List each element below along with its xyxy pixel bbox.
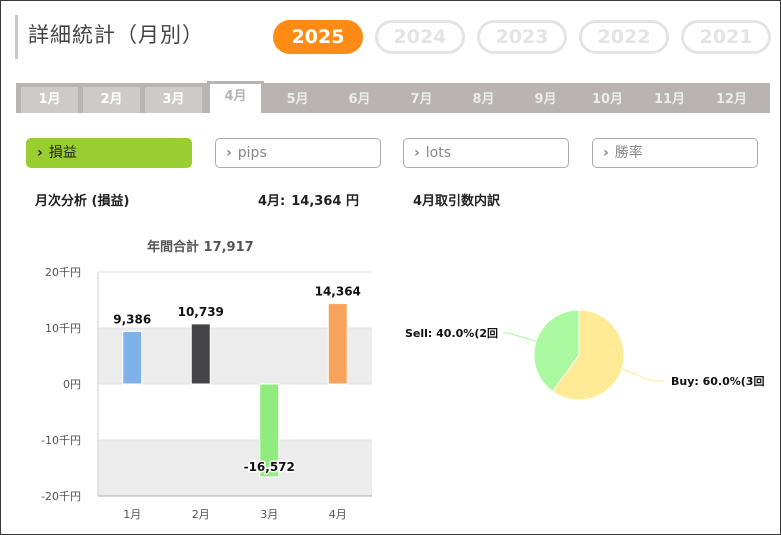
y-tick-label: -10千円 [41, 434, 81, 447]
pie-connector-sell [502, 332, 537, 342]
metric-tab-label: lots [425, 145, 452, 161]
bar-4 [327, 303, 348, 385]
title-bar: 詳細統計（月別） [15, 15, 204, 59]
selected-month-label: 4月: [258, 194, 286, 209]
chevron-right-icon: › [226, 145, 232, 161]
month-tab-3[interactable]: 3月 [145, 87, 202, 113]
metric-tab-label: 勝率 [614, 145, 643, 161]
year-tab-2025[interactable]: 2025 [273, 20, 363, 54]
x-tick-label: 1月 [123, 508, 141, 521]
chevron-right-icon: › [414, 145, 420, 161]
x-tick-label: 3月 [260, 508, 278, 521]
chevron-right-icon: › [37, 145, 43, 161]
page-title: 詳細統計（月別） [28, 23, 204, 47]
bar-3 [259, 383, 280, 478]
monthly-analysis-heading: 月次分析 (損益) [35, 194, 130, 209]
month-tab-12[interactable]: 12月 [703, 87, 760, 113]
month-tab-2[interactable]: 2月 [83, 87, 140, 113]
pie-label-buy: Buy: 60.0%(3回 [671, 374, 764, 388]
bar-value-label: -16,572 [244, 460, 295, 474]
metric-tab-winrate[interactable]: › 勝率 [592, 138, 758, 168]
year-tab-2023[interactable]: 2023 [477, 20, 567, 54]
pie-slice-sell [533, 309, 580, 393]
trade-pie-chart: Buy: 60.0%(3回 Sell: 40.0%(2回 [405, 309, 764, 401]
bar-value-label: 10,739 [178, 305, 224, 319]
annual-total: 年間合計 17,917 [147, 240, 254, 255]
month-tab-10[interactable]: 10月 [579, 87, 636, 113]
metric-tab-lots[interactable]: › lots [403, 138, 569, 168]
year-tab-2021[interactable]: 2021 [681, 20, 771, 54]
month-tab-8[interactable]: 8月 [455, 87, 512, 113]
metric-tab-profit[interactable]: › 損益 [26, 138, 192, 168]
selected-month-amount: 14,364 円 [291, 194, 359, 209]
y-tick-label: -20千円 [41, 490, 81, 503]
bar-value-label: 9,386 [113, 312, 151, 326]
pie-connector-buy [621, 368, 666, 382]
bar-1 [122, 330, 143, 385]
year-selector: 2025 2024 2023 2022 2021 [273, 20, 771, 54]
chevron-right-icon: › [603, 145, 609, 161]
monthly-bar-chart: 20千円 10千円 0円 -10千円 -20千円 9,386 1月 10,739 2月 -16,5… [41, 266, 372, 521]
year-tab-2024[interactable]: 2024 [375, 20, 465, 54]
month-tab-5[interactable]: 5月 [269, 87, 326, 113]
y-tick-label: 10千円 [45, 322, 81, 335]
x-tick-label: 4月 [329, 508, 347, 521]
month-tabs: 1月 2月 3月 4月 5月 6月 7月 8月 9月 10月 11月 12月 [21, 81, 760, 113]
bar-2 [190, 323, 211, 385]
metric-tab-label: pips [237, 145, 267, 161]
y-tick-label: 0円 [63, 378, 81, 391]
detail-stats-panel: 詳細統計（月別） 2025 2024 2023 2022 2021 1月 2月 … [0, 0, 781, 535]
month-tab-6[interactable]: 6月 [331, 87, 388, 113]
plot-band [98, 328, 372, 384]
month-tab-7[interactable]: 7月 [393, 87, 450, 113]
trade-breakdown-heading: 4月取引数内訳 [413, 194, 501, 209]
month-tab-1[interactable]: 1月 [21, 87, 78, 113]
selected-month-total: 4月: 14,364 円 [258, 190, 359, 209]
month-tab-4[interactable]: 4月 [207, 81, 264, 113]
month-tab-9[interactable]: 9月 [517, 87, 574, 113]
metric-tab-pips[interactable]: › pips [215, 138, 381, 168]
pie-label-sell: Sell: 40.0%(2回 [405, 326, 498, 340]
plot-band [98, 440, 372, 496]
y-tick-label: 20千円 [45, 266, 81, 279]
year-tab-2022[interactable]: 2022 [579, 20, 669, 54]
x-tick-label: 2月 [192, 508, 210, 521]
bar-value-label: 14,364 [315, 285, 361, 299]
pie-slice-buy [551, 309, 625, 401]
month-tab-11[interactable]: 11月 [641, 87, 698, 113]
metric-tab-label: 損益 [48, 145, 77, 161]
